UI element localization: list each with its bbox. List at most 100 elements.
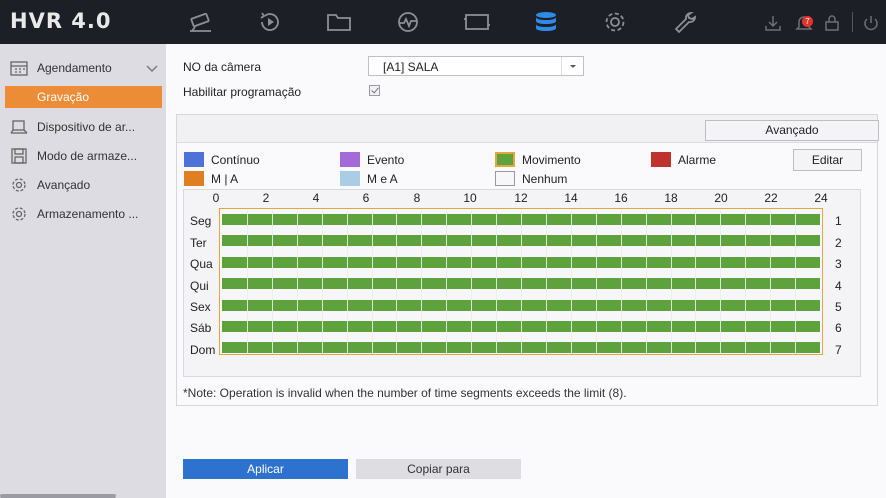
legend-label: Contínuo xyxy=(211,153,260,167)
display-icon[interactable] xyxy=(462,9,492,35)
hour-label: 20 xyxy=(714,191,728,205)
legend-item-continuo[interactable]: Contínuo xyxy=(184,152,334,168)
analytics-icon[interactable] xyxy=(393,9,423,35)
hour-gridline xyxy=(247,209,248,353)
sidebar-scrollbar[interactable] xyxy=(0,494,116,498)
gear-icon xyxy=(10,206,28,222)
sidebar: Agendamento Gravação Dispositivo de ar..… xyxy=(0,44,166,498)
hour-gridline xyxy=(372,209,373,353)
camera-icon[interactable] xyxy=(186,9,216,35)
hour-gridline xyxy=(720,209,721,353)
legend-label: Movimento xyxy=(522,153,581,167)
hour-gridline xyxy=(496,209,497,353)
legend-item-m-e-a[interactable]: M e A xyxy=(340,171,490,187)
chevron-down-icon[interactable] xyxy=(561,57,583,75)
hour-label: 12 xyxy=(514,191,528,205)
app-logo: HVR 4.0 xyxy=(10,9,112,33)
legend-label: Evento xyxy=(367,153,405,167)
sidebar-item-armazenamento[interactable]: Armazenamento ... xyxy=(0,202,166,226)
hour-label: 24 xyxy=(814,191,828,205)
legend-swatch xyxy=(495,152,515,167)
hour-gridline xyxy=(421,209,422,353)
legend-item-m-ou-a[interactable]: M | A xyxy=(184,171,334,187)
top-bar: HVR 4.0 7 xyxy=(0,0,886,44)
segment-limit-note: *Note: Operation is invalid when the num… xyxy=(183,386,627,400)
calendar-icon xyxy=(10,60,28,76)
day-label: Ter xyxy=(190,236,207,250)
sidebar-item-label: Gravação xyxy=(37,90,90,104)
legend-label: M e A xyxy=(367,172,398,186)
sidebar-item-avancado[interactable]: Avançado xyxy=(0,173,166,197)
hour-gridline xyxy=(347,209,348,353)
legend-swatch xyxy=(651,152,671,167)
camera-select[interactable]: [A1] SALA xyxy=(368,56,584,76)
legend-item-movimento[interactable]: Movimento xyxy=(495,152,645,168)
day-label: Qui xyxy=(190,279,209,293)
day-number: 4 xyxy=(835,279,842,293)
legend-item-nenhum[interactable]: Nenhum xyxy=(495,171,645,187)
sidebar-item-label: Armazenamento ... xyxy=(37,207,139,221)
hour-label: 8 xyxy=(413,191,421,205)
camera-label: NO da câmera xyxy=(183,60,262,74)
notification-badge: 7 xyxy=(802,16,813,27)
hour-gridline xyxy=(297,209,298,353)
day-number: 2 xyxy=(835,236,842,250)
hour-label: 14 xyxy=(564,191,578,205)
legend-item-alarme[interactable]: Alarme xyxy=(651,152,781,168)
hour-gridline xyxy=(521,209,522,353)
sidebar-item-gravacao[interactable]: Gravação xyxy=(5,86,162,108)
sidebar-item-label: Dispositivo de ar... xyxy=(37,120,136,134)
hour-label: 0 xyxy=(212,191,220,205)
schedule-panel: Avançado Contínuo Evento Movimento Alarm… xyxy=(176,114,879,406)
hour-gridline xyxy=(571,209,572,353)
schedule-timeline[interactable] xyxy=(219,208,823,355)
sidebar-item-modo-armazenamento[interactable]: Modo de armaze... xyxy=(0,144,166,168)
hour-gridline xyxy=(671,209,672,353)
day-label: Seg xyxy=(190,214,212,228)
copy-to-button[interactable]: Copiar para xyxy=(356,459,521,479)
day-number: 5 xyxy=(835,300,842,314)
disk-save-icon xyxy=(10,148,28,164)
download-icon[interactable] xyxy=(764,14,782,32)
legend-swatch xyxy=(184,152,204,167)
hour-label: 22 xyxy=(764,191,778,205)
hour-gridline xyxy=(795,209,796,353)
hour-gridline xyxy=(471,209,472,353)
hour-gridline xyxy=(770,209,771,353)
legend-label: Alarme xyxy=(678,153,717,167)
settings-icon[interactable] xyxy=(600,9,630,35)
day-number: 3 xyxy=(835,257,842,271)
edit-button[interactable]: Editar xyxy=(793,149,862,171)
user-lock-icon[interactable] xyxy=(823,14,841,32)
advanced-button[interactable]: Avançado xyxy=(705,120,879,141)
sidebar-item-label: Modo de armaze... xyxy=(37,149,138,163)
hour-gridline xyxy=(272,209,273,353)
hour-gridline xyxy=(646,209,647,353)
maintenance-icon[interactable] xyxy=(670,9,700,35)
folder-icon[interactable] xyxy=(324,9,354,35)
hour-gridline xyxy=(695,209,696,353)
camera-select-value: [A1] SALA xyxy=(383,60,439,74)
hour-label: 6 xyxy=(362,191,370,205)
schedule-enable-checkbox[interactable] xyxy=(369,85,380,96)
legend-item-evento[interactable]: Evento xyxy=(340,152,490,168)
power-icon[interactable] xyxy=(862,14,880,32)
day-label: Qua xyxy=(190,257,213,271)
day-number: 1 xyxy=(835,214,842,228)
main-content: NO da câmera [A1] SALA Habilitar program… xyxy=(166,44,886,498)
hour-gridline xyxy=(745,209,746,353)
legend-swatch xyxy=(340,171,360,186)
day-label: Dom xyxy=(190,343,216,357)
sidebar-item-label: Agendamento xyxy=(37,61,112,75)
apply-button[interactable]: Aplicar xyxy=(183,459,348,479)
hdd-icon xyxy=(10,119,28,135)
chevron-down-icon[interactable] xyxy=(146,62,158,74)
hour-label: 2 xyxy=(262,191,270,205)
day-number: 7 xyxy=(835,343,842,357)
hour-gridline xyxy=(446,209,447,353)
hour-label: 18 xyxy=(664,191,678,205)
sidebar-item-dispositivo[interactable]: Dispositivo de ar... xyxy=(0,115,166,139)
playback-icon[interactable] xyxy=(255,9,285,35)
sidebar-item-agendamento[interactable]: Agendamento xyxy=(0,56,166,82)
storage-icon[interactable] xyxy=(531,9,561,35)
